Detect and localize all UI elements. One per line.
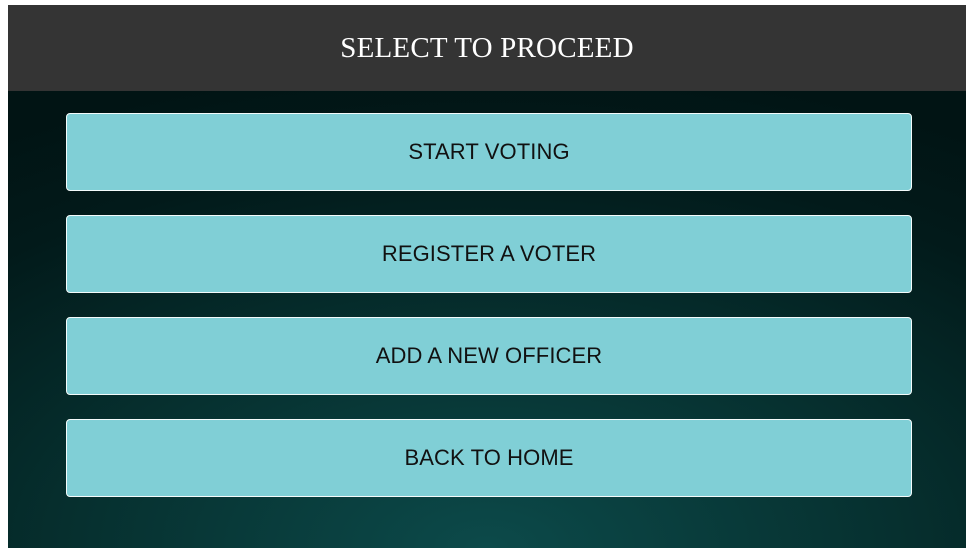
page-header: SELECT TO PROCEED	[8, 5, 966, 91]
action-menu: START VOTING REGISTER A VOTER ADD A NEW …	[66, 113, 912, 521]
register-voter-button[interactable]: REGISTER A VOTER	[66, 215, 912, 293]
app-screen: SELECT TO PROCEED START VOTING REGISTER …	[8, 5, 966, 548]
add-officer-button[interactable]: ADD A NEW OFFICER	[66, 317, 912, 395]
back-to-home-label: BACK TO HOME	[404, 445, 574, 470]
back-to-home-button[interactable]: BACK TO HOME	[66, 419, 912, 497]
register-voter-label: REGISTER A VOTER	[381, 241, 597, 266]
start-voting-button[interactable]: START VOTING	[66, 113, 912, 191]
start-voting-label: START VOTING	[408, 139, 570, 164]
page-title: SELECT TO PROCEED	[340, 32, 634, 64]
add-officer-label: ADD A NEW OFFICER	[375, 343, 603, 368]
